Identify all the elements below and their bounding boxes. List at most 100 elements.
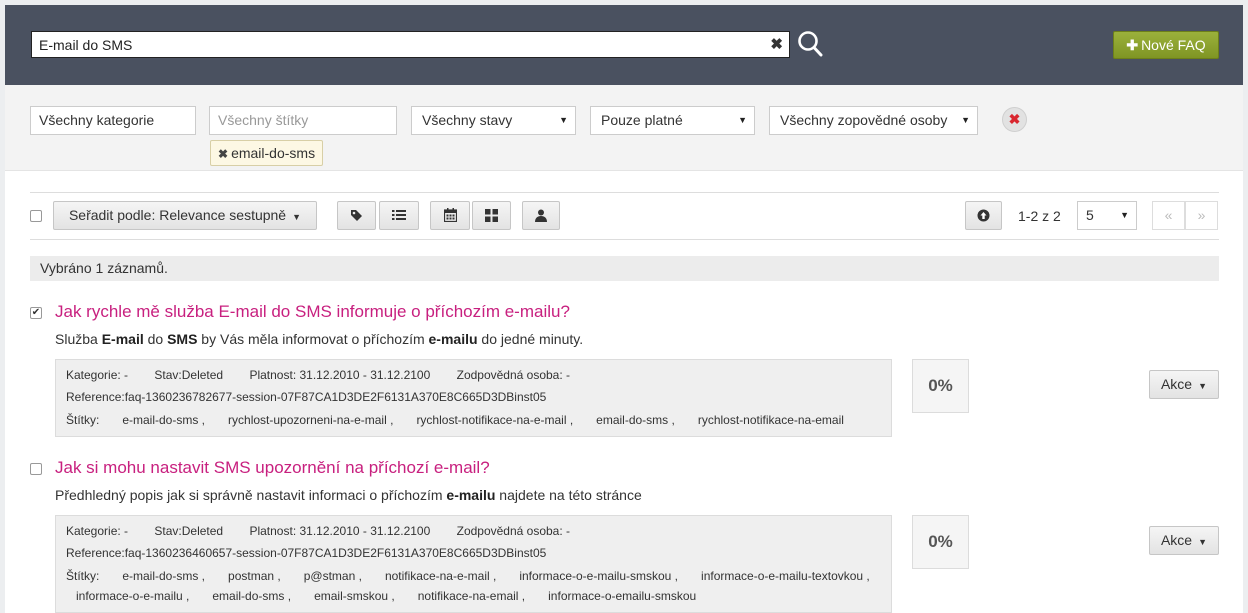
tag-item: e-mail-do-sms , bbox=[122, 413, 206, 427]
validity-select[interactable]: Pouze platné ▼ bbox=[590, 106, 755, 135]
action-label: Akce bbox=[1160, 532, 1193, 548]
prev-page-button[interactable]: « bbox=[1152, 201, 1185, 230]
tags-label: Štítky: bbox=[66, 569, 100, 583]
responsible-select[interactable]: Všechny zopovědné osoby ▼ bbox=[769, 106, 978, 135]
tag-item: rychlost-upozorneni-na-e-mail , bbox=[228, 413, 394, 427]
meta-tags: Štítky: e-mail-do-sms , postman , p@stman ,… bbox=[66, 569, 893, 583]
tags-label: Štítky: bbox=[66, 413, 100, 427]
tag-item: e-mail-do-sms , bbox=[122, 569, 206, 583]
clear-search-icon[interactable]: ✖ bbox=[770, 35, 783, 54]
highlighted-term: e-mailu bbox=[446, 487, 496, 503]
tag-item: email-smskou , bbox=[314, 589, 395, 603]
page-size-value: 5 bbox=[1086, 207, 1094, 223]
description-text: Předhledný popis jak si správně nastavit… bbox=[55, 487, 447, 503]
highlighted-term: E-mail bbox=[101, 331, 144, 347]
sort-label: Seřadit podle: Relevance sestupně bbox=[68, 207, 287, 223]
meta-responsible: Zodpovědná osoba: - bbox=[456, 368, 571, 382]
active-tag-label: email-do-sms bbox=[231, 145, 316, 161]
item-checkbox[interactable] bbox=[30, 463, 42, 475]
meta-reference: Reference:faq-1360236782677-session-07F8… bbox=[66, 390, 547, 404]
view-tags-button[interactable] bbox=[337, 201, 376, 230]
pager-info: 1-2 z 2 bbox=[1018, 208, 1061, 224]
new-faq-label: Nové FAQ bbox=[1141, 37, 1206, 53]
remove-tag-icon[interactable]: ✖ bbox=[218, 147, 228, 161]
faq-title-link[interactable]: Jak si mohu nastavit SMS upozornění na p… bbox=[55, 458, 490, 478]
divider bbox=[30, 239, 1219, 240]
reset-filters-button[interactable]: ✖ bbox=[1002, 107, 1027, 132]
caret-down-icon: ▼ bbox=[292, 212, 302, 222]
selection-status: Vybráno 1 záznamů. bbox=[30, 256, 1219, 281]
description-text: Služba bbox=[55, 331, 102, 347]
search-input[interactable] bbox=[32, 32, 752, 57]
tag-icon bbox=[351, 209, 362, 221]
meta-tags-continued: informace-o-e-mailu , email-do-sms , email… bbox=[76, 589, 719, 603]
tag-item: informace-o-e-mailu-smskou , bbox=[519, 569, 679, 583]
highlighted-term: e-mailu bbox=[428, 331, 478, 347]
rating-percent: 0% bbox=[912, 359, 969, 413]
item-checkbox[interactable]: ✔ bbox=[30, 307, 42, 319]
tag-item: informace-o-e-mailu , bbox=[76, 589, 190, 603]
plus-icon: ✚ bbox=[1126, 37, 1139, 53]
faq-title-link[interactable]: Jak rychle mě služba E-mail do SMS infor… bbox=[55, 302, 570, 322]
scroll-top-button[interactable] bbox=[965, 201, 1002, 230]
user-icon bbox=[535, 209, 547, 222]
view-person-button[interactable] bbox=[522, 201, 560, 230]
meta-category: Kategorie: - bbox=[66, 524, 129, 538]
action-label: Akce bbox=[1160, 376, 1193, 392]
search-box: ✖ bbox=[31, 31, 790, 58]
description-text: by Vás měla informovat o příchozím bbox=[197, 331, 429, 347]
tag-item: p@stman , bbox=[303, 569, 362, 583]
tag-item: notifikace-na-email , bbox=[417, 589, 526, 603]
tag-item: rychlost-notifikace-na-e-mail , bbox=[416, 413, 574, 427]
next-page-button[interactable]: » bbox=[1185, 201, 1218, 230]
description-text: najdete na této stránce bbox=[495, 487, 642, 503]
arrow-up-circle-icon bbox=[977, 209, 990, 222]
page-size-select[interactable]: 5 ▼ bbox=[1077, 201, 1137, 230]
meta-validity: Platnost: 31.12.2010 - 31.12.2100 bbox=[249, 368, 431, 382]
select-all-checkbox[interactable] bbox=[30, 210, 42, 222]
tags-filter-input[interactable]: Všechny štítky bbox=[209, 106, 397, 135]
caret-down-icon: ▼ bbox=[559, 115, 568, 125]
tag-item: informace-o-e-mailu-textovkou , bbox=[701, 569, 870, 583]
list-icon bbox=[392, 210, 406, 221]
caret-down-icon: ▼ bbox=[1198, 381, 1208, 391]
view-list-button[interactable] bbox=[379, 201, 419, 230]
calendar-icon bbox=[443, 208, 457, 223]
action-dropdown-button[interactable]: Akce ▼ bbox=[1149, 370, 1219, 399]
caret-down-icon: ▼ bbox=[738, 115, 747, 125]
meta-reference: Reference:faq-1360236460657-session-07F8… bbox=[66, 546, 547, 560]
view-grid-button[interactable] bbox=[472, 201, 511, 230]
tag-item: rychlost-notifikace-na-email bbox=[697, 413, 844, 427]
meta-category: Kategorie: - bbox=[66, 368, 129, 382]
filter-panel: Všechny kategorie Všechny štítky Všechny… bbox=[5, 85, 1243, 171]
category-filter[interactable]: Všechny kategorie bbox=[30, 106, 196, 135]
search-icon[interactable] bbox=[797, 30, 823, 58]
grid-icon bbox=[485, 208, 498, 222]
meta-state: Stav:Deleted bbox=[154, 524, 224, 538]
faq-meta-box: Kategorie: - Stav:Deleted Platnost: 31.1… bbox=[55, 515, 892, 613]
faq-description: Předhledný popis jak si správně nastavit… bbox=[55, 487, 642, 503]
rating-percent: 0% bbox=[912, 515, 969, 569]
view-calendar-button[interactable] bbox=[430, 201, 470, 230]
tag-item: notifikace-na-e-mail , bbox=[384, 569, 497, 583]
description-text: do jedné minuty. bbox=[477, 331, 584, 347]
caret-down-icon: ▼ bbox=[1120, 210, 1129, 220]
active-tag-chip: ✖ email-do-sms bbox=[210, 140, 324, 166]
tag-item: informace-o-emailu-smskou bbox=[548, 589, 697, 603]
caret-down-icon: ▼ bbox=[961, 115, 970, 125]
category-filter-label: Všechny kategorie bbox=[39, 112, 155, 128]
sort-dropdown[interactable]: Seřadit podle: Relevance sestupně ▼ bbox=[53, 201, 317, 230]
highlighted-term: SMS bbox=[167, 331, 198, 347]
tag-item: email-do-sms , bbox=[212, 589, 292, 603]
responsible-select-value: Všechny zopovědné osoby bbox=[780, 112, 948, 128]
meta-validity: Platnost: 31.12.2010 - 31.12.2100 bbox=[249, 524, 431, 538]
action-dropdown-button[interactable]: Akce ▼ bbox=[1149, 526, 1219, 555]
tag-item: email-do-sms , bbox=[596, 413, 675, 427]
meta-responsible: Zodpovědná osoba: - bbox=[456, 524, 571, 538]
new-faq-button[interactable]: ✚ Nové FAQ bbox=[1113, 31, 1219, 59]
state-select[interactable]: Všechny stavy ▼ bbox=[411, 106, 576, 135]
faq-description: Služba E-mail do SMS by Vás měla informo… bbox=[55, 331, 583, 347]
validity-select-value: Pouze platné bbox=[601, 112, 683, 128]
faq-meta-box: Kategorie: - Stav:Deleted Platnost: 31.1… bbox=[55, 359, 892, 437]
meta-tags: Štítky: e-mail-do-sms , rychlost-upozornen… bbox=[66, 413, 867, 427]
